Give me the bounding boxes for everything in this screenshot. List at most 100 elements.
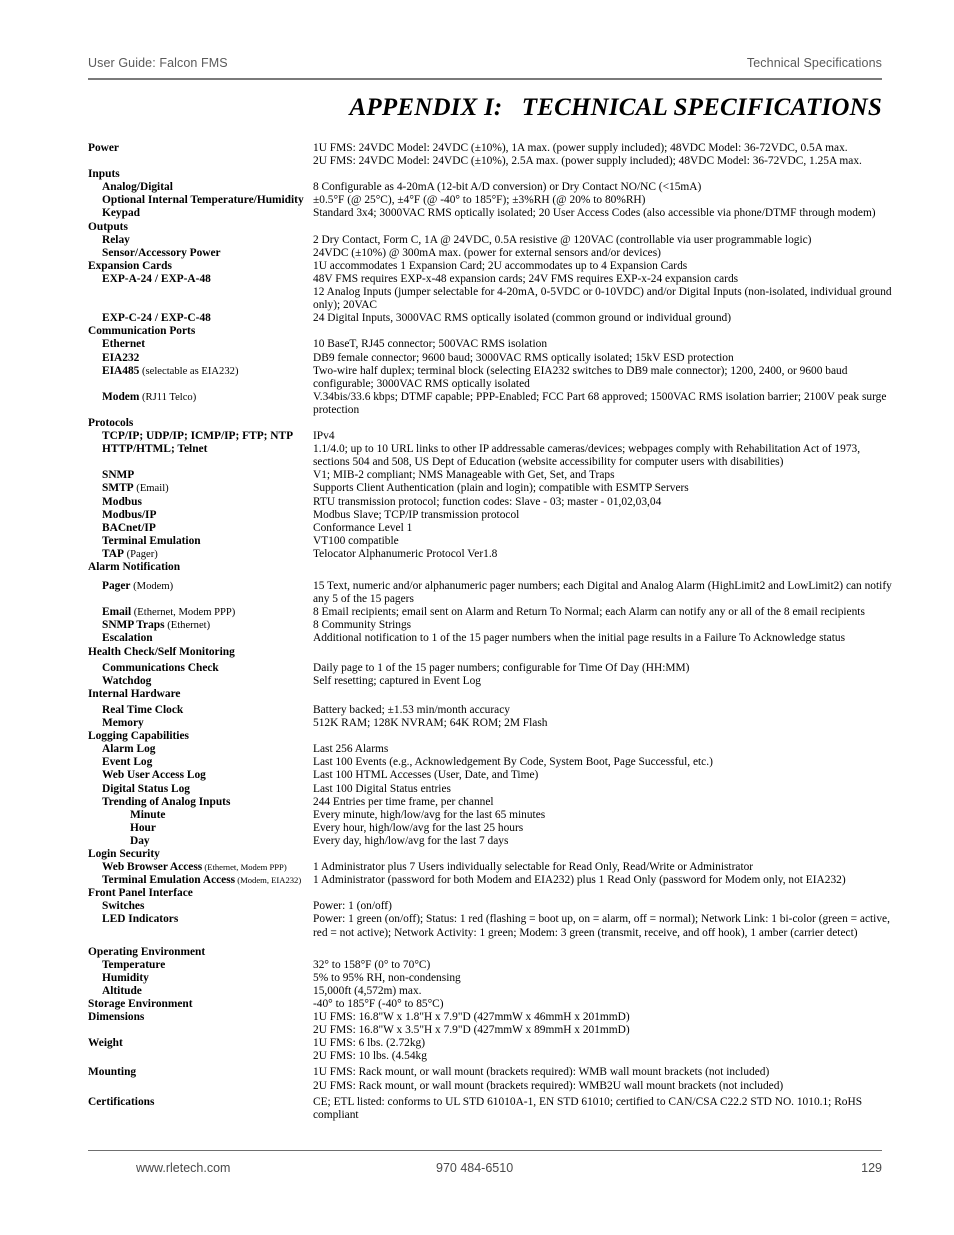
spec-value: VT100 compatible [313,535,894,548]
spec-row: Dimensions 1U FMS: 16.8"W x 1.8"H x 7.9"D… [88,1011,894,1037]
spec-label: Inputs [88,168,120,181]
spec-value: 244 Entries per time frame, per channel [313,796,894,809]
spec-value: Battery backed; ±1.53 min/month accuracy [313,704,894,717]
spec-value: IPv4 [313,430,894,443]
spec-value: 24VDC (±10%) @ 300mA max. (power for ext… [313,247,894,260]
spec-row: Weight 1U FMS: 6 lbs. (2.72kg) 2U FMS: 10 … [88,1037,894,1063]
spec-value-line: ±0.5°F (@ 25°C), ±4°F (@ -40° to 185°F);… [313,194,646,207]
spec-row: TAP (Pager) Telocator Alphanumeric Protoc… [88,548,894,561]
spec-label: Communication Ports [88,325,196,338]
spec-label: Storage Environment [88,998,193,1010]
spec-label: Switches [102,900,145,913]
spec-row: Terminal Emulation VT100 compatible [88,535,894,548]
spec-row: HTTP/HTML; Telnet 1.1/4.0; up to 10 URL l… [88,443,894,469]
spec-value-line: V.34bis/33.6 kbps; DTMF capable; PPP-Ena… [313,390,887,416]
spec-value-line: -40° to 185°F (-40° to 85°C) [313,998,444,1010]
spec-row: Internal Hardware [88,688,894,701]
spec-row: SNMP V1; MIB-2 compliant; NMS Manageable … [88,469,894,482]
spec-row: Web User Access Log Last 100 HTML Accesse… [88,769,894,782]
spec-label: Internal Hardware [88,687,181,700]
spec-value: 15,000ft (4,572m) max. [313,985,894,998]
spec-label: Outputs [88,220,128,233]
spec-label: Modbus [102,495,142,508]
spec-value-line: 1 Administrator plus 7 Users individuall… [313,861,754,874]
spec-row: Event Log Last 100 Events (e.g., Acknowle… [88,756,894,769]
spec-label: Keypad [102,207,140,220]
spec-value-line: 8 Community Strings [313,619,412,632]
spec-value: Standard 3x4; 3000VAC RMS optically isol… [313,207,894,220]
spec-value-line: Two-wire half duplex; terminal block (se… [313,364,848,390]
spec-label: Logging Capabilities [88,730,189,743]
spec-value-line: Telocator Alphanumeric Protocol Ver1.8 [313,547,498,560]
spec-label: Protocols [88,416,134,429]
spec-label: Relay [102,233,130,246]
spec-row: Email (Ethernet, Modem PPP) 8 Email recip… [88,606,894,619]
spec-row: Expansion Cards 1U accommodates 1 Expansi… [88,260,894,273]
spec-value: 1 Administrator plus 7 Users individuall… [313,861,894,874]
spec-value-line: Last 256 Alarms [313,743,389,756]
spec-row: Web Browser Access (Ethernet, Modem PPP)… [88,861,894,874]
spec-row: Real Time Clock Battery backed; ±1.53 min… [88,704,894,717]
spec-value: Every hour, high/low/avg for the last 25… [313,822,894,835]
spec-row: Analog/Digital 8 Configurable as 4-20mA (… [88,181,894,194]
spec-row: SNMP Traps (Ethernet) 8 Community Strings [88,619,894,632]
spec-value-line: 1U FMS: 24VDC Model: 24VDC (±10%), 1A ma… [313,142,848,154]
spec-row: Digital Status Log Last 100 Digital Statu… [88,783,894,796]
spec-row: Pager (Modem) 15 Text, numeric and/or alp… [88,580,894,606]
spec-value-line: IPv4 [313,430,335,443]
spec-row: EIA485 (selectable as EIA232) Two-wire ha… [88,365,894,391]
spec-row: Modbus/IP Modbus Slave; TCP/IP transmissi… [88,509,894,522]
spec-row: Altitude 15,000ft (4,572m) max. [88,985,894,998]
spec-label-qualifier: (RJ11 Telco) [139,391,197,403]
spec-row: Ethernet 10 BaseT, RJ45 connector; 500VAC… [88,338,894,351]
spec-value-line: 15 Text, numeric and/or alphanumeric pag… [313,580,892,606]
spec-label: EXP-A-24 / EXP-A-48 [102,272,211,285]
spec-value: 1U FMS: 16.8"W x 1.8"H x 7.9"D (427mmW x… [313,1011,894,1037]
spec-label: SNMP Traps (Ethernet) [102,619,211,632]
spec-label: SMTP (Email) [102,482,169,495]
spec-value-line: Modbus Slave; TCP/IP transmission protoc… [313,508,520,521]
spec-row: BACnet/IP Conformance Level 1 [88,522,894,535]
spec-value-line: 512K RAM; 128K NVRAM; 64K ROM; 2M Flash [313,717,548,730]
spec-value-line: Last 100 Digital Status entries [313,782,451,795]
spec-value [313,561,894,574]
spec-row: Front Panel Interface [88,887,894,900]
spec-row: EIA232 DB9 female connector; 9600 baud; 3… [88,352,894,365]
spec-value: 10 BaseT, RJ45 connector; 500VAC RMS iso… [313,338,894,351]
spec-label: Analog/Digital [102,181,173,194]
spec-row: Minute Every minute, high/low/avg for the… [88,809,894,822]
specifications-table: Power 1U FMS: 24VDC Model: 24VDC (±10%), … [88,142,894,1122]
document-page: User Guide: Falcon FMS Technical Specifi… [0,0,954,1235]
spec-value-line: 5% to 95% RH, non-condensing [313,971,461,984]
spec-value-line: 1U accommodates 1 Expansion Card; 2U acc… [313,259,688,272]
spec-value: 48V FMS requires EXP-x-48 expansion card… [313,273,894,312]
spec-row: Terminal Emulation Access (Modem, EIA232… [88,874,894,887]
spec-row: Alarm Log Last 256 Alarms [88,743,894,756]
spec-label: Operating Environment [88,945,206,958]
spec-label: Real Time Clock [102,703,184,716]
running-header: User Guide: Falcon FMS Technical Specifi… [88,56,882,70]
spec-label: Digital Status Log [102,782,190,795]
spec-label: Trending of Analog Inputs [102,795,231,808]
spec-value-line: Self resetting; captured in Event Log [313,674,481,687]
spec-value: CE; ETL listed: conforms to UL STD 61010… [313,1096,894,1122]
spec-label: Terminal Emulation [102,534,201,547]
spec-value: -40° to 185°F (-40° to 85°C) [313,998,894,1011]
page-footer: www.rletech.com 970 484-6510 129 [88,1161,882,1175]
spec-value: 1U FMS: 24VDC Model: 24VDC (±10%), 1A ma… [313,142,894,168]
spec-value [313,848,894,861]
spec-label: EXP-C-24 / EXP-C-48 [102,312,211,325]
spec-label: Certifications [88,1095,155,1108]
spec-label: LED Indicators [102,913,179,926]
spec-value: 1U FMS: 6 lbs. (2.72kg) 2U FMS: 10 lbs. (… [313,1037,894,1063]
spec-row: Mounting 1U FMS: Rack mount, or wall moun… [88,1066,894,1092]
spec-label: Modem (RJ11 Telco) [102,390,197,403]
spec-value-line: 10 BaseT, RJ45 connector; 500VAC RMS iso… [313,338,548,351]
spec-value [313,946,894,959]
spec-row: Trending of Analog Inputs 244 Entries per… [88,796,894,809]
spec-row: Outputs [88,221,894,234]
spec-row: Alarm Notification [88,561,894,574]
spec-row: TCP/IP; UDP/IP; ICMP/IP; FTP; NTP IPv4 [88,430,894,443]
spec-value-line: DB9 female connector; 9600 baud; 3000VAC… [313,351,734,364]
spec-value-line: Standard 3x4; 3000VAC RMS optically isol… [313,207,876,220]
